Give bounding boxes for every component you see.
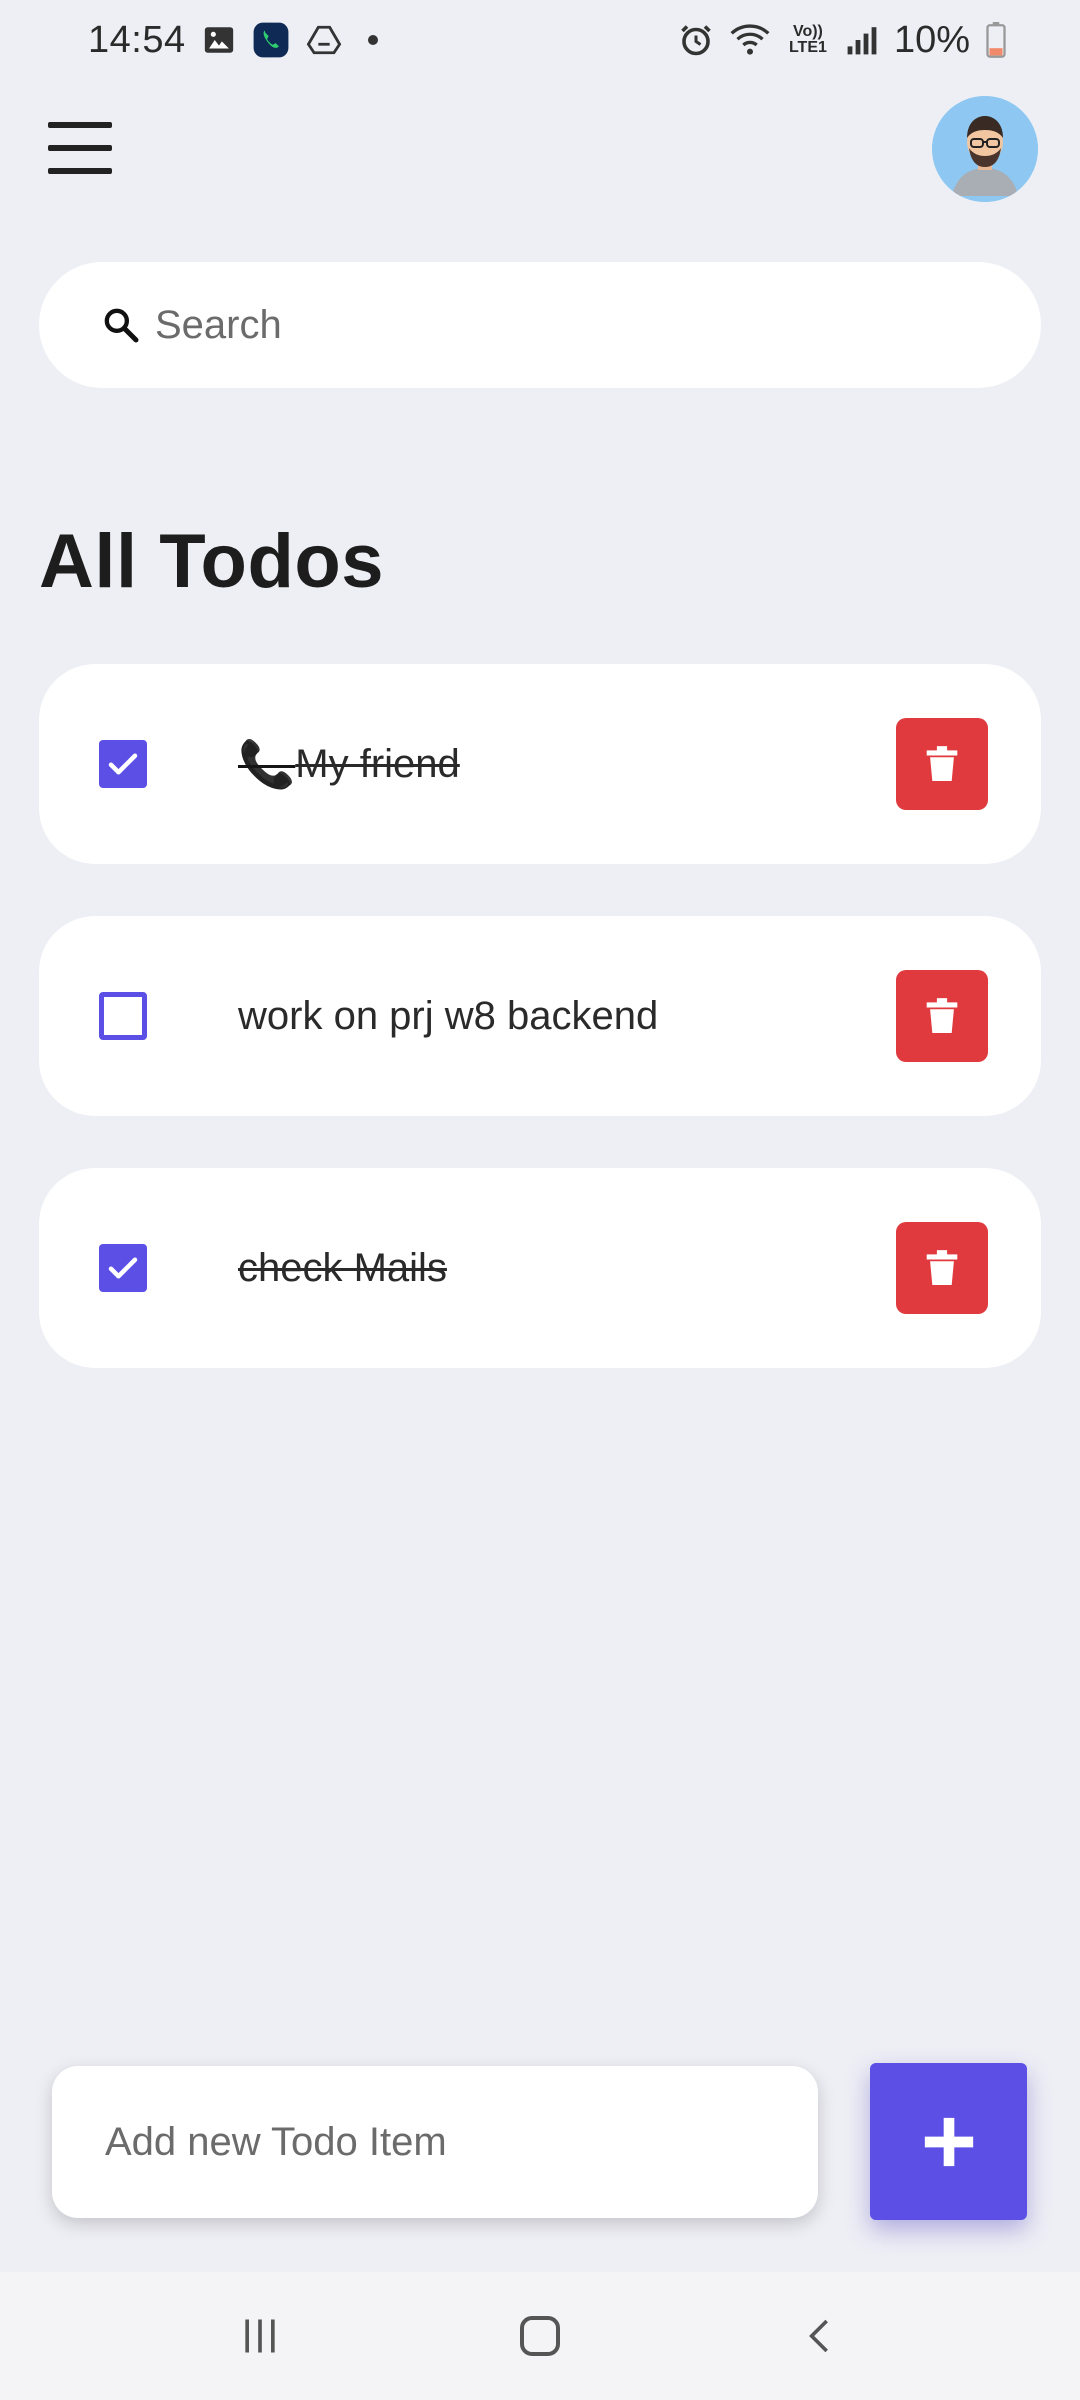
todo-item: check Mails xyxy=(39,1168,1041,1368)
phone-app-icon xyxy=(252,21,290,59)
menu-line xyxy=(48,145,112,151)
trash-icon xyxy=(926,746,958,781)
battery-icon xyxy=(986,22,1006,58)
search-icon xyxy=(104,308,139,343)
search-bar[interactable] xyxy=(39,262,1041,388)
gallery-icon xyxy=(202,23,236,57)
add-todo-button[interactable] xyxy=(870,2063,1027,2220)
page-title: All Todos xyxy=(39,519,385,604)
battery-percent: 10% xyxy=(893,18,970,61)
notification-dot-icon xyxy=(367,35,378,45)
todo-text: 📞 My friend xyxy=(238,664,460,864)
status-left: 14:54 xyxy=(88,19,378,62)
hamburger-menu-icon[interactable] xyxy=(48,122,112,174)
user-avatar[interactable] xyxy=(932,96,1038,202)
checkmark-icon xyxy=(108,753,138,775)
add-todo-field[interactable] xyxy=(52,2066,818,2218)
app-screen: 14:54 Vo)) LTE1 10% Search All Todos 📞 M… xyxy=(0,0,1080,2400)
menu-line xyxy=(48,168,112,174)
delete-button[interactable] xyxy=(896,970,988,1062)
status-bar: 14:54 Vo)) LTE1 10% xyxy=(0,0,1080,80)
todo-checkbox-checked[interactable] xyxy=(99,740,147,788)
todo-checkbox-checked[interactable] xyxy=(99,1244,147,1292)
wifi-icon xyxy=(730,23,770,57)
trash-icon xyxy=(926,998,958,1033)
drive-icon xyxy=(306,23,342,57)
status-right: Vo)) LTE1 10% xyxy=(678,19,1006,62)
todo-checkbox-unchecked[interactable] xyxy=(99,992,147,1040)
todo-text: check Mails xyxy=(238,1168,447,1368)
recent-apps-icon[interactable] xyxy=(220,2296,300,2376)
system-nav-bar xyxy=(0,2272,1080,2400)
todo-item: work on prj w8 backend xyxy=(39,916,1041,1116)
back-icon[interactable] xyxy=(780,2296,860,2376)
todo-label: check Mails xyxy=(238,1245,447,1290)
trash-icon xyxy=(926,1250,958,1285)
add-todo-input[interactable] xyxy=(105,2119,785,2165)
todo-label: work on prj w8 backend xyxy=(238,993,659,1038)
menu-line xyxy=(48,122,112,128)
delete-button[interactable] xyxy=(896,1222,988,1314)
status-time: 14:54 xyxy=(88,18,186,61)
plus-icon xyxy=(924,2117,973,2166)
avatar-illustration-icon xyxy=(932,96,1038,202)
home-icon[interactable] xyxy=(500,2296,580,2376)
checkmark-icon xyxy=(108,1257,138,1279)
alarm-icon xyxy=(678,22,714,58)
todo-item: 📞 My friend xyxy=(39,664,1041,864)
todo-label: My friend xyxy=(295,741,460,786)
todo-text: work on prj w8 backend xyxy=(238,916,658,1116)
volte-lte-label: Vo)) LTE1 xyxy=(788,23,827,56)
search-input[interactable] xyxy=(155,302,975,348)
todo-list: 📞 My friend work on prj w8 backend check… xyxy=(39,664,1041,1420)
delete-button[interactable] xyxy=(896,718,988,810)
phone-emoji-icon: 📞 xyxy=(238,737,296,790)
signal-icon xyxy=(846,23,878,57)
